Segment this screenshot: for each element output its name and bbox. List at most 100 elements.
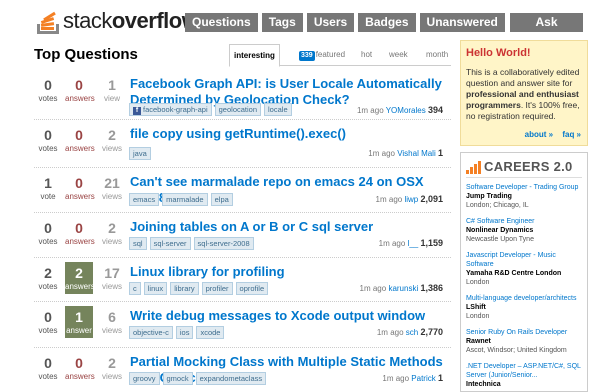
question-tabs: interesting 339 featured hot week month — [229, 44, 451, 67]
answer-count: 1 answer — [65, 306, 93, 338]
job-listing: C# Software Engineer Nonlinear Dynamics Ne… — [466, 217, 582, 244]
nav-users[interactable]: Users — [306, 13, 355, 32]
tag-list: java — [129, 147, 151, 160]
careers-header[interactable]: CAREERS 2.0 — [466, 158, 582, 178]
user-link[interactable]: karunski — [388, 284, 418, 293]
question-title[interactable]: Write debug messages to Xcode output win… — [130, 308, 450, 324]
question-summary: 0 votes 0 answers 2 views Joining tables on… — [34, 213, 451, 258]
view-count: 2 views — [101, 220, 122, 246]
question-summary: 0 votes 0 answers 1 view Facebook Graph API… — [34, 70, 451, 120]
question-meta: 1m ago l__ 1,159 — [378, 238, 443, 248]
ask-question-button[interactable]: Ask Question — [510, 13, 583, 48]
question-summary: 0 votes 0 answers 2 views Partial Mocking C… — [34, 348, 451, 392]
vote-count: 2 votes — [38, 265, 58, 291]
reputation-score: 394 — [427, 105, 443, 115]
job-title-link[interactable]: Senior Ruby On Rails Developer — [466, 328, 582, 337]
tag[interactable]: ios — [175, 326, 194, 339]
answer-count: 0 answers — [65, 355, 95, 381]
vote-count: 0 votes — [38, 220, 58, 246]
tag[interactable]: f facebook-graph-api — [129, 103, 212, 116]
tag[interactable]: linux — [143, 282, 168, 295]
tag[interactable]: groovy — [129, 372, 160, 385]
user-link[interactable]: YOMorales — [386, 106, 426, 115]
tag[interactable]: library — [170, 282, 199, 295]
tag[interactable]: sql — [129, 237, 147, 250]
tag-list: f facebook-graph-api geolocation locale — [129, 103, 292, 116]
tag[interactable]: objective-c — [129, 326, 173, 339]
question-meta: 1m ago Vishal Mali 1 — [368, 148, 443, 158]
tag[interactable]: expandometaclass — [195, 372, 267, 385]
tab-week[interactable]: week — [389, 44, 408, 66]
tag[interactable]: sql-server-2008 — [193, 237, 254, 250]
tag[interactable]: locale — [264, 103, 292, 116]
tag[interactable]: xcode — [196, 326, 225, 339]
reputation-score: 1 — [437, 148, 443, 158]
reputation-score: 1 — [437, 373, 443, 383]
tag[interactable]: oprofile — [235, 282, 269, 295]
question-title[interactable]: Linux library for profiling — [130, 264, 450, 280]
vote-count: 0 votes — [38, 127, 58, 153]
job-title-link[interactable]: .NET Developer – ASP.NET/C#, SQL Server … — [466, 362, 582, 380]
job-title-link[interactable]: C# Software Engineer — [466, 217, 582, 226]
logo-text: stackoverflow — [63, 8, 199, 33]
page-title: Top Questions — [34, 46, 138, 63]
job-title-link[interactable]: Multi-language developer/architects — [466, 294, 582, 303]
tab-month[interactable]: month — [426, 44, 448, 66]
user-link[interactable]: sch — [406, 328, 418, 337]
featured-count-badge: 339 — [299, 51, 315, 61]
user-link[interactable]: liwp — [404, 195, 418, 204]
question-title[interactable]: file copy using getRuntime().exec() — [130, 126, 450, 142]
answer-count: 2 answers — [65, 262, 95, 294]
job-listing: Javascript Developer - Music Software Yam… — [466, 251, 582, 287]
view-count: 2 views — [101, 127, 122, 153]
careers-title: CAREERS 2.0 — [484, 159, 573, 174]
tag[interactable]: profiler — [201, 282, 233, 295]
tag[interactable]: emacs — [129, 193, 160, 206]
tag[interactable]: elpa — [210, 193, 233, 206]
job-listing: Software Developer - Trading Group Jump T… — [466, 183, 582, 210]
tag[interactable]: c — [129, 282, 141, 295]
reputation-score: 2,770 — [420, 327, 443, 337]
user-link[interactable]: Vishal Mali — [397, 149, 436, 158]
faq-link[interactable]: faq » — [562, 130, 581, 139]
reputation-score: 1,159 — [420, 238, 443, 248]
nav-badges[interactable]: Badges — [358, 13, 416, 32]
tag-list: emacs marmalade elpa — [129, 193, 233, 206]
vote-count: 0 votes — [38, 77, 58, 103]
tab-hot[interactable]: hot — [361, 44, 372, 66]
view-count: 2 views — [101, 355, 122, 381]
user-link[interactable]: l__ — [408, 239, 419, 248]
tag[interactable]: java — [129, 147, 151, 160]
tab-interesting[interactable]: interesting — [229, 44, 280, 67]
job-listing: Multi-language developer/architects LShif… — [466, 294, 582, 321]
tag[interactable]: gmock — [162, 372, 193, 385]
main-nav: Questions Tags Users Badges Unanswered — [185, 13, 505, 32]
about-link[interactable]: about » — [525, 130, 553, 139]
view-count: 6 views — [101, 309, 122, 335]
site-logo[interactable]: stackoverflow — [35, 5, 199, 35]
site-header: stackoverflow Questions Tags Users Badge… — [0, 0, 600, 48]
welcome-box: Hello World! This is a collaboratively e… — [460, 40, 588, 146]
vote-count: 1 vote — [40, 175, 56, 201]
job-listing: .NET Developer – ASP.NET/C#, SQL Server … — [466, 362, 582, 388]
question-summary: 2 votes 2 answers 17 views Linux library fo… — [34, 258, 451, 302]
answer-count: 0 answers — [65, 77, 95, 103]
welcome-links: about » faq » — [518, 130, 581, 139]
nav-unanswered[interactable]: Unanswered — [419, 13, 505, 32]
job-title-link[interactable]: Software Developer - Trading Group — [466, 183, 582, 192]
job-title-link[interactable]: Javascript Developer - Music Software — [466, 251, 582, 269]
answer-count: 0 answers — [65, 175, 95, 201]
tag-list: objective-c ios xcode — [129, 326, 225, 339]
nav-tags[interactable]: Tags — [261, 13, 303, 32]
user-link[interactable]: Patrick — [411, 374, 435, 383]
tab-featured[interactable]: 339 featured — [299, 44, 345, 66]
question-meta: 1m ago Patrick 1 — [382, 373, 443, 383]
view-count: 17 views — [101, 265, 122, 291]
question-title[interactable]: Joining tables on A or B or C sql server — [130, 219, 450, 235]
question-meta: 1m ago karunski 1,386 — [359, 283, 443, 293]
nav-questions[interactable]: Questions — [185, 13, 258, 32]
question-summary: 0 votes 0 answers 2 views file copy using g… — [34, 120, 451, 168]
tag[interactable]: geolocation — [214, 103, 262, 116]
tag[interactable]: marmalade — [162, 193, 208, 206]
tag[interactable]: sql-server — [149, 237, 191, 250]
